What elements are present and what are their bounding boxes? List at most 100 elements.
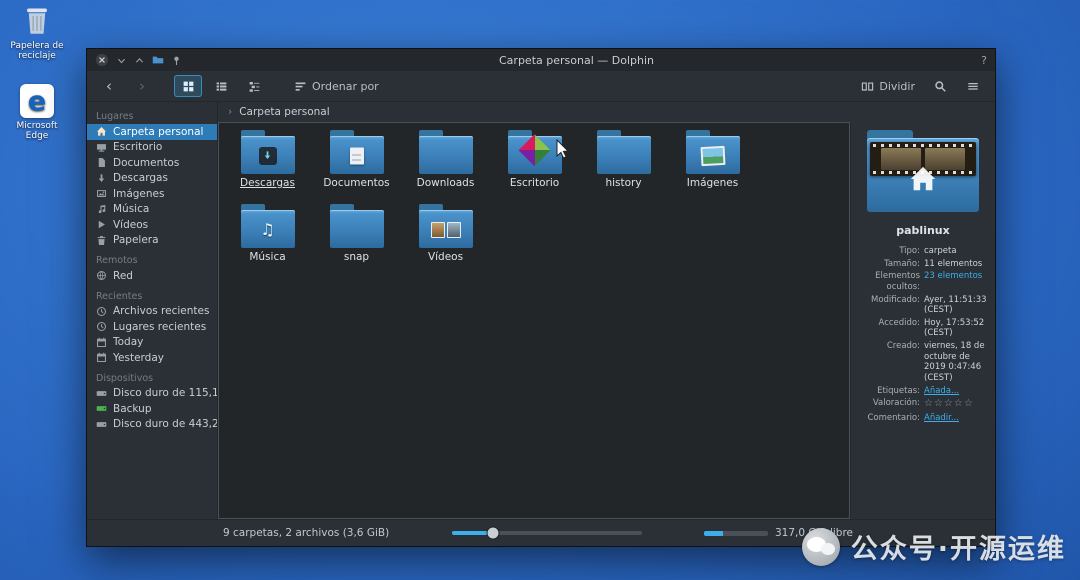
sidebar-item-escritorio[interactable]: Escritorio (87, 140, 217, 156)
close-icon[interactable] (95, 53, 109, 67)
dolphin-window: Carpeta personal — Dolphin ? ‹ › Ordenar… (86, 48, 996, 547)
sidebar-item-archivos-recientes[interactable]: Archivos recientes (87, 304, 217, 320)
file-label: Descargas (240, 177, 295, 189)
sidebar-item-papelera[interactable]: Papelera (87, 233, 217, 249)
edge-icon: e (20, 84, 54, 118)
calendar-icon (96, 352, 107, 363)
sidebar-item-imagenes[interactable]: Imágenes (87, 186, 217, 202)
file-item-musica[interactable]: ♫ Música (223, 204, 312, 276)
breadcrumb-chevron-icon: › (228, 106, 232, 118)
menu-button[interactable]: ≡ (959, 75, 987, 97)
forward-button[interactable]: › (128, 75, 156, 97)
main-toolbar: ‹ › Ordenar por Dividir ≡ (87, 71, 995, 102)
home-emblem-icon (908, 164, 938, 194)
recycle-bin-icon (20, 4, 54, 38)
view-compact-button[interactable] (207, 75, 235, 97)
network-icon (96, 270, 107, 281)
titlebar[interactable]: Carpeta personal — Dolphin ? (87, 49, 995, 71)
sidebar-item-videos[interactable]: Vídeos (87, 217, 217, 233)
sidebar-item-label: Vídeos (113, 219, 148, 231)
sidebar-item-label: Disco duro de 443,2 GiB (113, 418, 218, 430)
window-title: Carpeta personal — Dolphin (182, 54, 971, 67)
back-button[interactable]: ‹ (95, 75, 123, 97)
info-property-row: Comentario: Añadir... (856, 413, 990, 424)
split-view-icon (861, 80, 874, 93)
file-view[interactable]: Descargas Documentos (218, 122, 850, 519)
calendar-icon (96, 337, 107, 348)
preview-folder-icon (867, 130, 979, 212)
chevron-down-icon[interactable] (116, 55, 127, 66)
breadcrumb[interactable]: › Carpeta personal (218, 102, 995, 122)
split-button[interactable]: Dividir (855, 75, 921, 97)
property-label: Creado: (856, 341, 924, 384)
sidebar-item-yesterday[interactable]: Yesterday (87, 350, 217, 366)
zoom-slider[interactable] (452, 531, 642, 535)
sidebar-item-label: Backup (113, 403, 152, 415)
sidebar-item-lugares-recientes[interactable]: Lugares recientes (87, 319, 217, 335)
help-button[interactable]: ? (971, 54, 987, 67)
zoom-slider-handle[interactable] (487, 527, 500, 540)
file-item-history[interactable]: history (579, 130, 668, 202)
search-icon (934, 80, 947, 93)
info-property-row: Valoración: ☆☆☆☆☆ (856, 398, 990, 411)
desktop-icon-microsoft-edge[interactable]: e Microsoft Edge (4, 84, 70, 142)
file-item-downloads[interactable]: Downloads (401, 130, 490, 202)
property-label: Valoración: (856, 398, 924, 411)
file-item-descargas[interactable]: Descargas (223, 130, 312, 202)
places-panel: Lugares Carpeta personal Escritorio Docu… (87, 102, 218, 519)
sidebar-item-carpeta-personal[interactable]: Carpeta personal (87, 124, 217, 140)
sidebar-item-label: Red (113, 270, 133, 282)
download-emblem-icon (259, 147, 277, 165)
file-item-snap[interactable]: snap (312, 204, 401, 276)
add-comment-link[interactable]: Añadir... (924, 413, 990, 424)
sidebar-item-today[interactable]: Today (87, 335, 217, 351)
folder-icon (330, 130, 384, 174)
pin-icon[interactable] (171, 55, 182, 66)
sort-by-label: Ordenar por (312, 80, 379, 93)
sidebar-item-disco-115[interactable]: Disco duro de 115,1 GiB (87, 386, 217, 402)
sort-by-button[interactable]: Ordenar por (288, 75, 385, 97)
info-property-row: Etiquetas: Añada... (856, 386, 990, 397)
rating-stars[interactable]: ☆☆☆☆☆ (924, 398, 990, 411)
folder-icon (241, 130, 295, 174)
download-icon (96, 173, 107, 184)
file-item-documentos[interactable]: Documentos (312, 130, 401, 202)
info-item-name: pablinux (856, 224, 990, 237)
sort-icon (294, 80, 307, 93)
view-icons-button[interactable] (174, 75, 202, 97)
split-label: Dividir (879, 80, 915, 93)
view-details-button[interactable] (240, 75, 268, 97)
folder-icon (508, 130, 562, 174)
property-label: Tamaño: (856, 259, 924, 270)
file-item-videos[interactable]: Vídeos (401, 204, 490, 276)
file-item-imagenes[interactable]: Imágenes (668, 130, 757, 202)
sidebar-item-label: Papelera (113, 234, 159, 246)
watermark-text: 公众号·开源运维 (851, 527, 1066, 566)
search-button[interactable] (926, 75, 954, 97)
sidebar-item-backup[interactable]: Backup (87, 401, 217, 417)
watermark: 公众号·开源运维 (802, 527, 1066, 566)
desktop-icon-recycle-bin[interactable]: Papelera de reciclaje (4, 4, 70, 62)
sidebar-item-descargas[interactable]: Descargas (87, 171, 217, 187)
chevron-up-icon[interactable] (134, 55, 145, 66)
property-value: Hoy, 17:53:52 (CEST) (924, 318, 990, 339)
sidebar-item-label: Documentos (113, 157, 179, 169)
property-value: carpeta (924, 246, 990, 257)
status-summary: 9 carpetas, 2 archivos (3,6 GiB) (223, 527, 389, 539)
add-tags-link[interactable]: Añada... (924, 386, 990, 397)
sidebar-item-red[interactable]: Red (87, 268, 217, 284)
property-label: Accedido: (856, 318, 924, 339)
hard-drive-icon (96, 388, 107, 399)
folder-icon (419, 204, 473, 248)
sidebar-item-disco-443[interactable]: Disco duro de 443,2 GiB (87, 417, 217, 433)
grid-view-icon (182, 80, 195, 93)
document-emblem-icon (350, 147, 364, 164)
sidebar-item-musica[interactable]: Música (87, 202, 217, 218)
sidebar-item-label: Carpeta personal (113, 126, 203, 138)
tree-view-icon (248, 80, 261, 93)
breadcrumb-path[interactable]: Carpeta personal (239, 106, 329, 118)
recent-files-icon (96, 306, 107, 317)
mouse-cursor (556, 139, 570, 159)
sidebar-item-documentos[interactable]: Documentos (87, 155, 217, 171)
info-property-row: Modificado: Ayer, 11:51:33 (CEST) (856, 295, 990, 316)
